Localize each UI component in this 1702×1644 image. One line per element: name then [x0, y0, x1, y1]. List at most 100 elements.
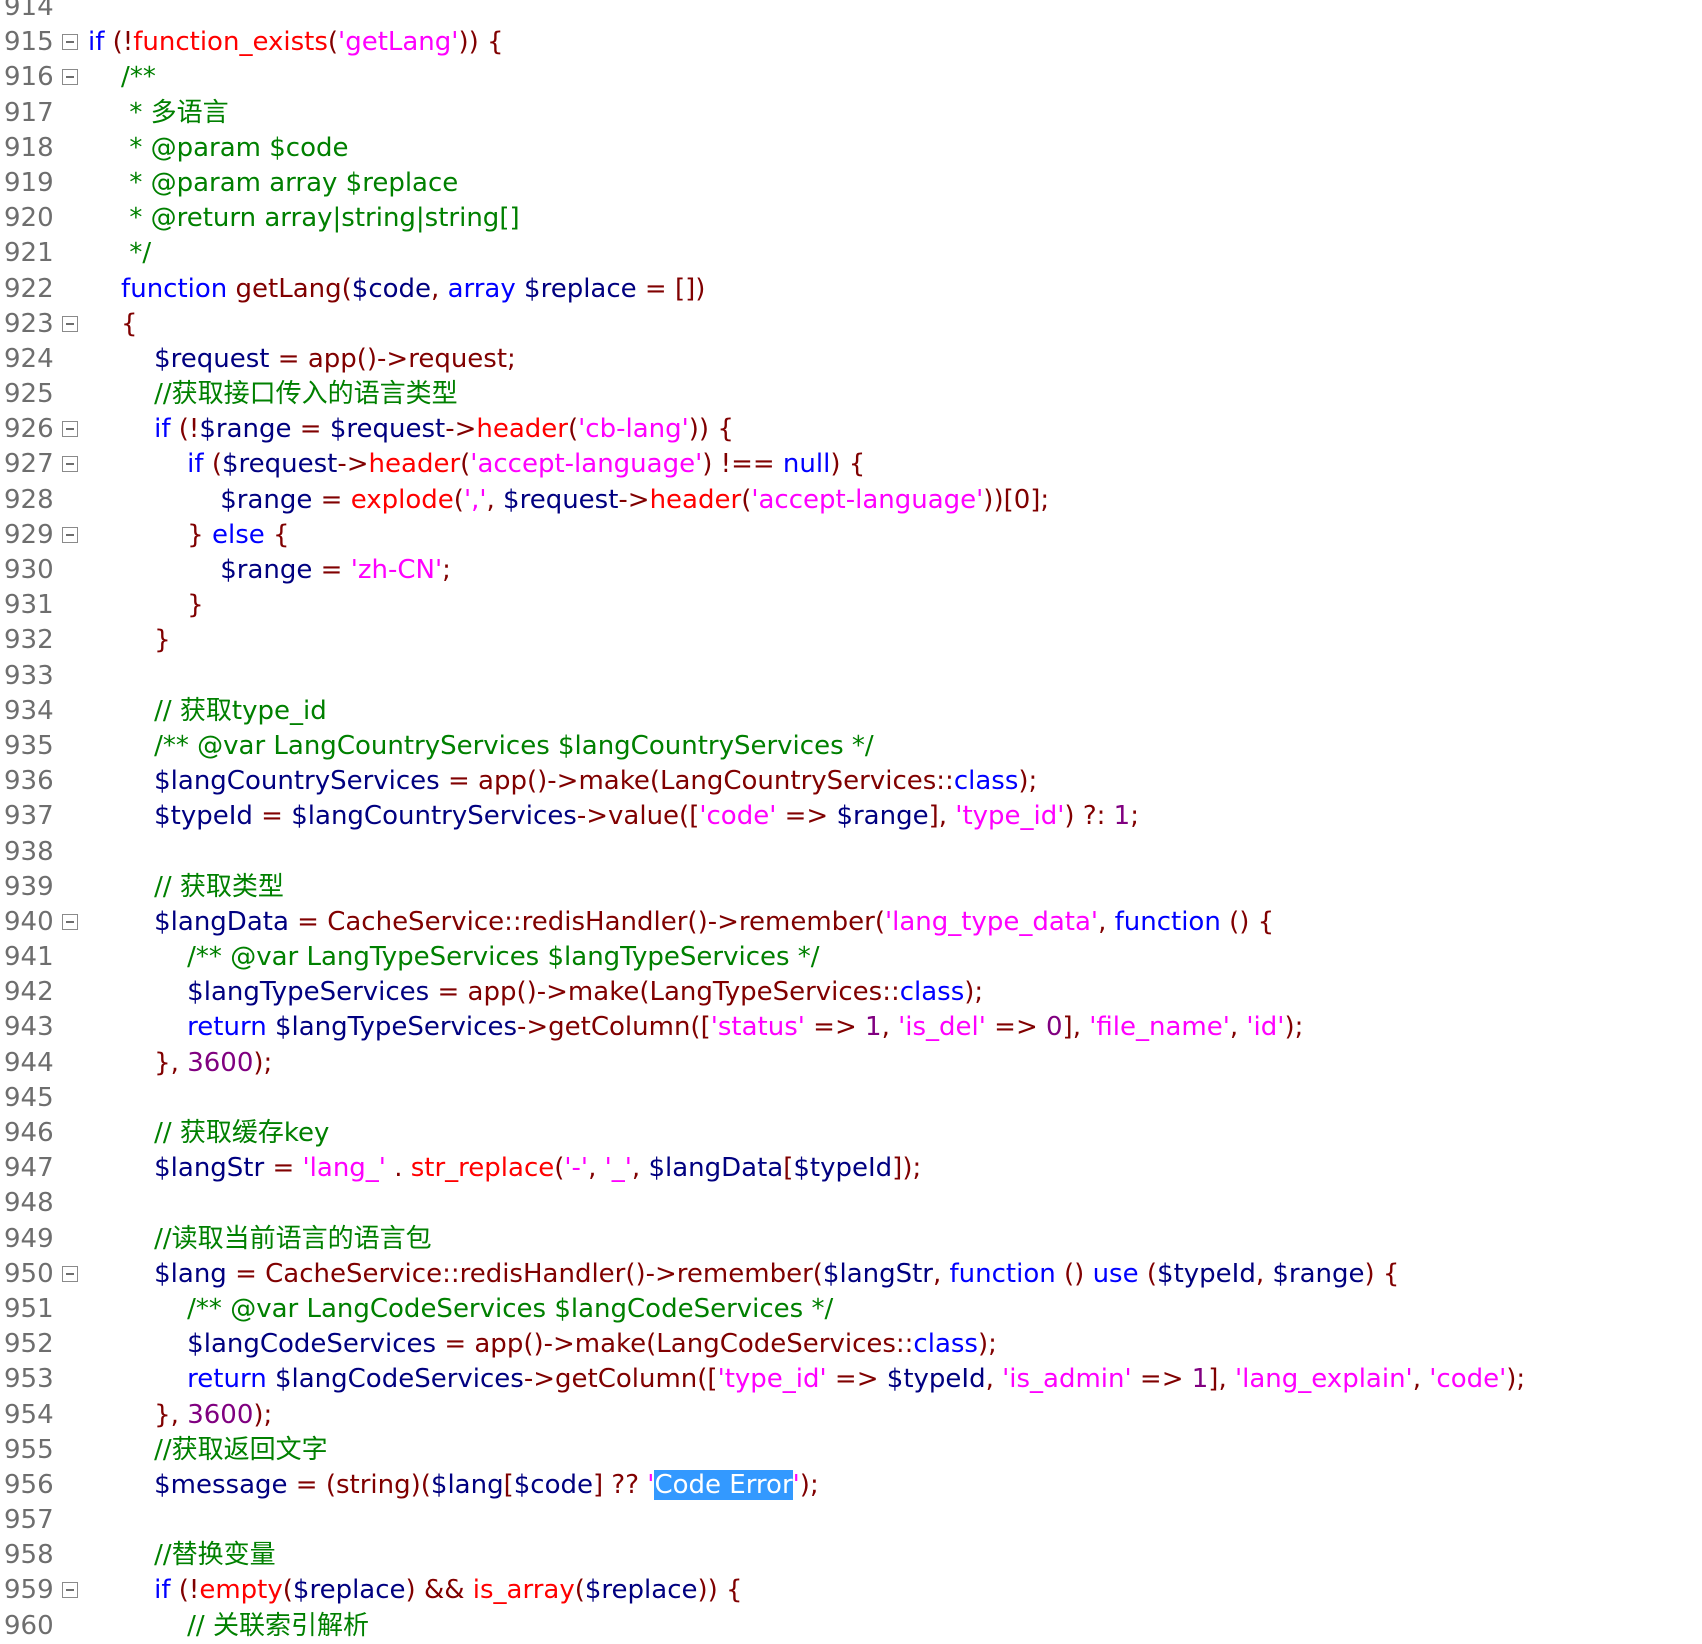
- code-line[interactable]: 940 $langData = CacheService::redisHandl…: [0, 905, 1702, 940]
- code-line[interactable]: 925 //获取接口传入的语言类型: [0, 377, 1702, 412]
- code-token: ->: [337, 449, 369, 480]
- code-line[interactable]: 942 $langTypeServices = app()->make(Lang…: [0, 975, 1702, 1010]
- code-line[interactable]: 930 $range = 'zh-CN';: [0, 553, 1702, 588]
- code-line[interactable]: 946 // 获取缓存key: [0, 1116, 1702, 1151]
- code-line[interactable]: 960 // 关联索引解析: [0, 1609, 1702, 1644]
- code-line[interactable]: 953 return $langCodeServices->getColumn(…: [0, 1362, 1702, 1397]
- code-token: $request: [88, 343, 270, 374]
- code-token: (: [567, 414, 579, 445]
- code-line[interactable]: 948: [0, 1186, 1702, 1221]
- code-text: /** @var LangCountryServices $langCountr…: [88, 729, 874, 764]
- code-token: (: [453, 484, 464, 515]
- code-token: );: [964, 977, 984, 1008]
- fold-toggle-icon[interactable]: [62, 421, 78, 438]
- code-line[interactable]: 921 */: [0, 236, 1702, 271]
- fold-toggle-icon[interactable]: [62, 456, 78, 473]
- line-number: 956: [4, 1469, 54, 1500]
- code-line[interactable]: 928 $range = explode(',', $request->head…: [0, 483, 1702, 518]
- code-token: 'is_del': [898, 1012, 986, 1043]
- code-token: empty: [199, 1575, 283, 1606]
- line-number: 916: [4, 62, 54, 93]
- code-token: ) {: [830, 449, 866, 480]
- code-token: ,: [631, 1153, 649, 1184]
- fold-toggle-icon[interactable]: [62, 1265, 78, 1282]
- code-line[interactable]: 933: [0, 659, 1702, 694]
- fold-toggle-icon[interactable]: [62, 34, 78, 51]
- code-line[interactable]: 926 if (!$range = $request->header('cb-l…: [0, 412, 1702, 447]
- code-line[interactable]: 936 $langCountryServices = app()->make(L…: [0, 764, 1702, 799]
- code-text: }, 3600);: [88, 1046, 272, 1081]
- code-line[interactable]: 952 $langCodeServices = app()->make(Lang…: [0, 1327, 1702, 1362]
- code-token: return: [88, 1012, 267, 1043]
- code-line[interactable]: 958 //替换变量: [0, 1538, 1702, 1573]
- code-line[interactable]: 945: [0, 1081, 1702, 1116]
- fold-toggle-icon[interactable]: [62, 913, 78, 930]
- code-token: ,: [1255, 1258, 1273, 1289]
- line-number: 935: [4, 730, 54, 761]
- code-line[interactable]: 959 if (!empty($replace) && is_array($re…: [0, 1573, 1702, 1608]
- fold-toggle-icon[interactable]: [62, 69, 78, 86]
- code-token: ],: [1062, 1012, 1090, 1043]
- line-number: 944: [4, 1047, 54, 1078]
- fold-toggle-icon[interactable]: [62, 315, 78, 332]
- code-line[interactable]: 927 if ($request->header('accept-languag…: [0, 447, 1702, 482]
- line-number: 950: [4, 1258, 54, 1289]
- code-token: $langStr: [822, 1258, 933, 1289]
- code-line[interactable]: 923 {: [0, 307, 1702, 342]
- code-line[interactable]: 914: [0, 0, 1702, 25]
- code-text: /** @var LangCodeServices $langCodeServi…: [88, 1292, 833, 1327]
- code-token: =>: [826, 1364, 887, 1395]
- code-line[interactable]: 955 //获取返回文字: [0, 1433, 1702, 1468]
- code-line[interactable]: 918 * @param $code: [0, 131, 1702, 166]
- code-editor[interactable]: 914 915 if (!function_exists('getLang')) {…: [0, 0, 1702, 1644]
- code-line[interactable]: 924 $request = app()->request;: [0, 342, 1702, 377]
- code-line[interactable]: 941 /** @var LangTypeServices $langTypeS…: [0, 940, 1702, 975]
- code-token: =: [312, 484, 351, 515]
- code-line[interactable]: 943 return $langTypeServices->getColumn(…: [0, 1010, 1702, 1045]
- code-token: $code: [513, 1469, 593, 1500]
- line-number: 930: [4, 555, 54, 585]
- code-line[interactable]: 919 * @param array $replace: [0, 166, 1702, 201]
- code-line[interactable]: 929 } else {: [0, 518, 1702, 553]
- code-token: * 多语言: [88, 97, 229, 128]
- code-text: function getLang($code, array $replace =…: [88, 272, 705, 307]
- code-token: =: [291, 414, 330, 445]
- code-text: $langData = CacheService::redisHandler()…: [88, 905, 1274, 940]
- code-line[interactable]: 950 $lang = CacheService::redisHandler()…: [0, 1257, 1702, 1292]
- code-line[interactable]: 937 $typeId = $langCountryServices->valu…: [0, 799, 1702, 834]
- code-line[interactable]: 944 }, 3600);: [0, 1046, 1702, 1081]
- code-token: class: [899, 977, 965, 1008]
- code-line[interactable]: 954 }, 3600);: [0, 1398, 1702, 1433]
- fold-toggle-icon[interactable]: [62, 526, 78, 543]
- code-line[interactable]: 931 }: [0, 588, 1702, 623]
- code-token: if: [88, 449, 204, 480]
- code-text: //读取当前语言的语言包: [88, 1222, 432, 1257]
- code-line[interactable]: 939 // 获取类型: [0, 870, 1702, 905]
- code-line[interactable]: 922 function getLang($code, array $repla…: [0, 272, 1702, 307]
- code-token: ],: [928, 801, 956, 832]
- line-number: 947: [4, 1153, 54, 1184]
- line-number: 960: [4, 1610, 54, 1641]
- code-line[interactable]: 916 /**: [0, 60, 1702, 95]
- code-text: if (!$range = $request->header('cb-lang'…: [88, 412, 734, 447]
- line-number: 917: [4, 97, 54, 128]
- line-number: 940: [4, 906, 54, 937]
- code-line[interactable]: 947 $langStr = 'lang_' . str_replace('-'…: [0, 1151, 1702, 1186]
- fold-toggle-icon[interactable]: [62, 1582, 78, 1599]
- code-line[interactable]: 956 $message = (string)($lang[$code] ?? …: [0, 1468, 1702, 1503]
- code-line[interactable]: 951 /** @var LangCodeServices $langCodeS…: [0, 1292, 1702, 1327]
- code-line[interactable]: 915 if (!function_exists('getLang')) {: [0, 25, 1702, 60]
- code-token: if: [88, 27, 105, 58]
- code-token: = CacheService::redisHandler()->remember…: [226, 1258, 823, 1289]
- code-line[interactable]: 957: [0, 1503, 1702, 1538]
- code-line[interactable]: 934 // 获取type_id: [0, 694, 1702, 729]
- code-line[interactable]: 938: [0, 835, 1702, 870]
- code-line[interactable]: 935 /** @var LangCountryServices $langCo…: [0, 729, 1702, 764]
- code-token: =: [312, 555, 351, 585]
- code-line[interactable]: 949 //读取当前语言的语言包: [0, 1222, 1702, 1257]
- code-line[interactable]: 932 }: [0, 623, 1702, 658]
- code-line[interactable]: 917 * 多语言: [0, 96, 1702, 131]
- code-token: $range: [199, 414, 292, 445]
- line-number: 918: [4, 132, 54, 163]
- code-line[interactable]: 920 * @return array|string|string[]: [0, 201, 1702, 236]
